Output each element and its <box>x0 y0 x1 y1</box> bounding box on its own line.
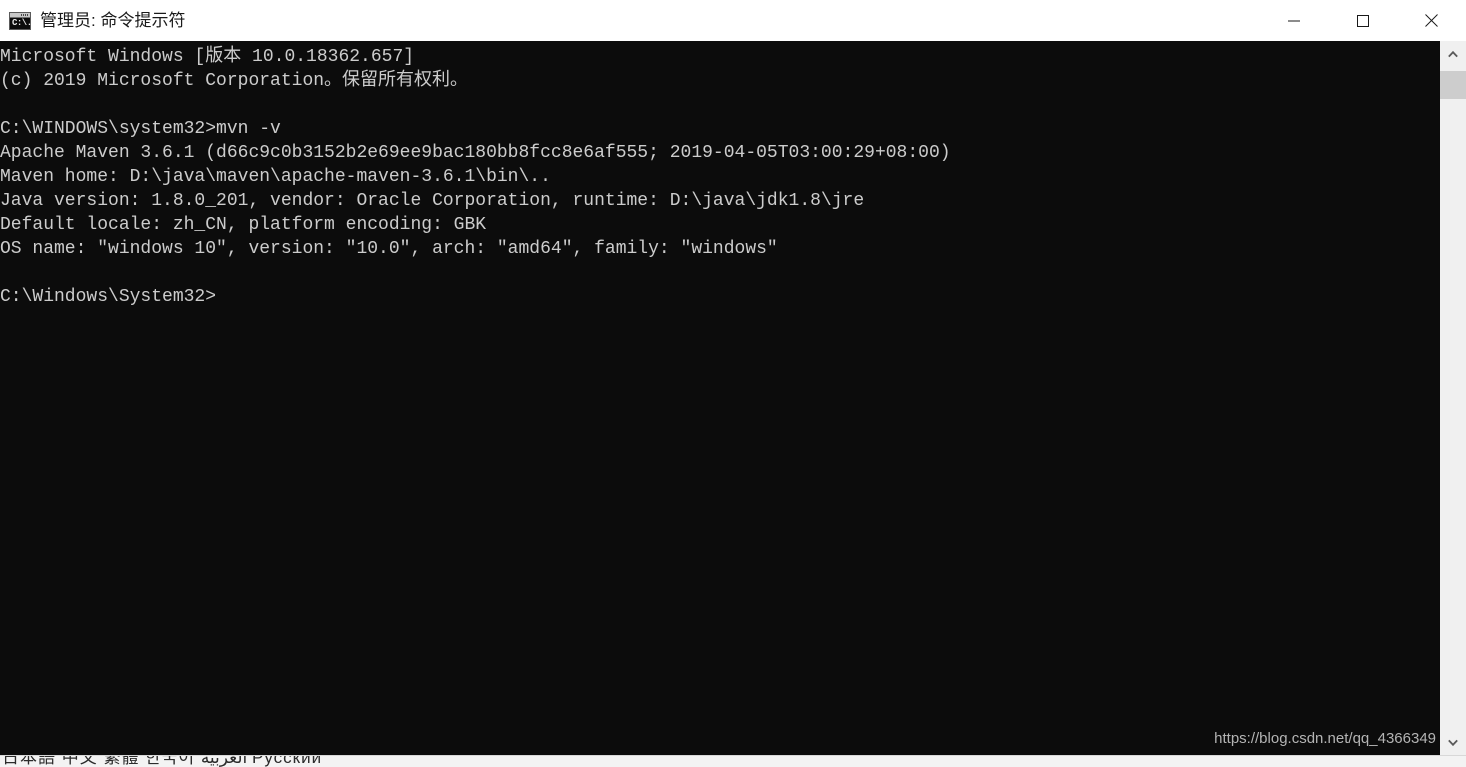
maximize-icon <box>1356 14 1369 27</box>
vertical-scrollbar[interactable] <box>1440 41 1466 755</box>
console-output-area[interactable]: Microsoft Windows [版本 10.0.18362.657] (c… <box>0 41 1440 755</box>
maximize-button[interactable] <box>1328 0 1397 41</box>
scroll-down-icon <box>1448 739 1458 746</box>
close-icon <box>1425 14 1438 27</box>
minimize-icon <box>1287 20 1300 21</box>
scroll-up-button[interactable] <box>1440 41 1466 67</box>
window-titlebar[interactable]: C:\. 管理员: 命令提示符 <box>0 0 1466 41</box>
minimize-button[interactable] <box>1259 0 1328 41</box>
cmd-icon-prompt: C:\. <box>12 17 32 28</box>
cmd-icon: C:\. <box>9 11 32 30</box>
background-window-strip[interactable]: 日本語 中文 繁體 한국어 العربية Русский <box>0 755 1466 767</box>
window-title: 管理员: 命令提示符 <box>40 11 186 30</box>
background-window-text: 日本語 中文 繁體 한국어 العربية Русский <box>2 755 323 767</box>
close-button[interactable] <box>1397 0 1466 41</box>
scroll-down-button[interactable] <box>1440 729 1466 755</box>
desktop-root: 日本語 中文 繁體 한국어 العربية Русский C:\. 管理员: … <box>0 0 1466 767</box>
window-controls <box>1259 0 1466 41</box>
console-text: Microsoft Windows [版本 10.0.18362.657] (c… <box>0 47 951 307</box>
watermark-text: https://blog.csdn.net/qq_4366349 <box>1214 730 1436 747</box>
scroll-up-icon <box>1448 50 1458 57</box>
scrollbar-thumb[interactable] <box>1440 71 1466 99</box>
